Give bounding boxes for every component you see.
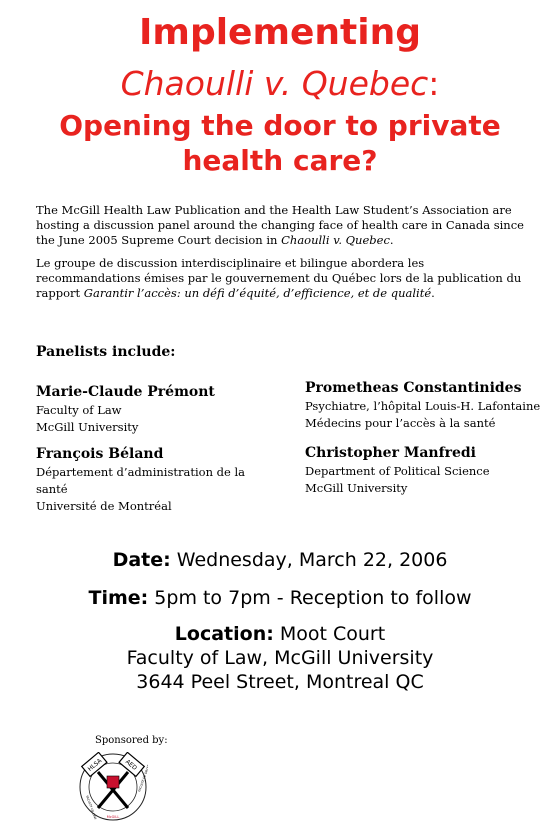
- panelist-affiliation: Psychiatre, l’hôpital Louis-H. Lafontain…: [305, 399, 541, 413]
- panelist: Marie-Claude Prémont Faculty of Law McGi…: [36, 382, 276, 436]
- panelist-institution: Université de Montréal: [36, 499, 172, 513]
- event-location: Location: Moot Court Faculty of Law, McGi…: [0, 622, 560, 694]
- panelist: Prometheas Constantinides Psychiatre, l’…: [305, 378, 545, 432]
- intro-english-end: .: [389, 233, 394, 247]
- logo-ring-bottom: McGILL: [107, 815, 120, 819]
- event-time: Time: 5pm to 7pm - Reception to follow: [0, 587, 560, 609]
- panelist-institution: Médecins pour l’accès à la santé: [305, 416, 496, 430]
- intro-french-report: Garantir l’accès: un défi d’équité, d’ef…: [83, 286, 432, 300]
- case-name: Chaoulli v. Quebec: [120, 64, 429, 103]
- panelist-name: Prometheas Constantinides: [305, 380, 522, 396]
- panelist-institution: McGill University: [305, 481, 408, 495]
- intro-english-case: Chaoulli v. Quebec: [281, 233, 390, 247]
- location-value: Moot Court: [273, 623, 386, 645]
- logo-mcgill-shield: [106, 775, 120, 789]
- subtitle-line-2: health care?: [182, 144, 378, 177]
- time-value: 5pm to 7pm - Reception to follow: [148, 587, 472, 609]
- panelist-affiliation: Department of Political Science: [305, 464, 490, 478]
- sponsored-by-label: Sponsored by:: [95, 735, 168, 746]
- title-colon: :: [428, 64, 440, 103]
- panelist: François Béland Département d’administra…: [36, 444, 276, 515]
- subtitle-line-1: Opening the door to private: [59, 109, 501, 142]
- panelist-affiliation: Faculty of Law: [36, 403, 122, 417]
- date-label: Date:: [112, 549, 171, 571]
- panelist-name: Christopher Manfredi: [305, 445, 476, 461]
- intro-english: The McGill Health Law Publication and th…: [36, 203, 528, 248]
- intro-english-text: The McGill Health Law Publication and th…: [36, 203, 524, 247]
- location-label: Location:: [174, 623, 274, 645]
- time-label: Time:: [88, 587, 149, 609]
- intro-french: Le groupe de discussion interdisciplinai…: [36, 256, 528, 301]
- event-date: Date: Wednesday, March 22, 2006: [0, 549, 560, 571]
- panelist-name: Marie-Claude Prémont: [36, 384, 215, 400]
- panelist-affiliation: Département d’administration de la santé: [36, 465, 245, 496]
- panelist-name: François Béland: [36, 446, 164, 462]
- panelist: Christopher Manfredi Department of Polit…: [305, 443, 545, 497]
- subtitle: Opening the door to private health care?: [0, 108, 560, 178]
- location-address-2: 3644 Peel Street, Montreal QC: [136, 671, 424, 693]
- title-line-2: Chaoulli v. Quebec:: [0, 64, 560, 103]
- location-address-1: Faculty of Law, McGill University: [126, 647, 434, 669]
- title-line-1: Implementing: [139, 12, 421, 53]
- intro-french-end: .: [431, 286, 435, 300]
- date-value: Wednesday, March 22, 2006: [170, 549, 448, 571]
- panelist-institution: McGill University: [36, 420, 139, 434]
- panelists-heading: Panelists include:: [36, 344, 176, 360]
- hlsa-aed-logo: HLSA AED FACULTY OF LAW McGILL FACULTÉ D…: [79, 752, 148, 821]
